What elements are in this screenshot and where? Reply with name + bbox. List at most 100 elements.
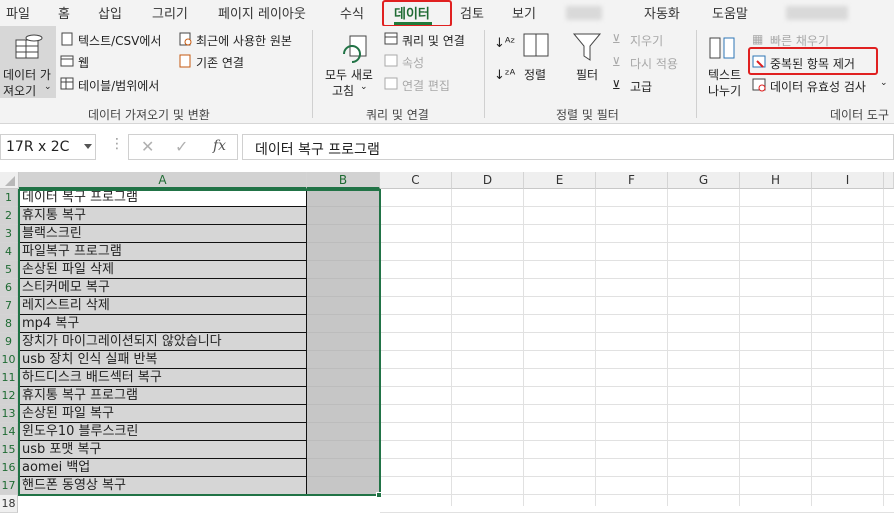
row-header[interactable]: 1 xyxy=(0,189,18,207)
cell-a[interactable]: aomei 백업 xyxy=(19,459,307,477)
cell-b[interactable] xyxy=(307,315,380,333)
cell-b[interactable] xyxy=(307,189,380,207)
cell-b[interactable] xyxy=(307,279,380,297)
name-box-dropdown-icon[interactable] xyxy=(84,144,92,149)
properties-button[interactable]: 속성 xyxy=(402,54,424,71)
tab-draw[interactable]: 그리기 xyxy=(152,3,188,22)
get-data-button[interactable]: 데이터 가 져오기 ⌄ xyxy=(0,26,56,98)
reapply-button[interactable]: 다시 적용 xyxy=(630,55,678,72)
data-validation-button[interactable]: 데이터 유효성 검사 xyxy=(770,78,866,95)
tab-view[interactable]: 보기 xyxy=(512,3,536,22)
advanced-filter-button[interactable]: 고급 xyxy=(630,78,652,95)
cell-a[interactable]: usb 포맷 복구 xyxy=(19,441,307,459)
column-header-c[interactable]: C xyxy=(380,172,452,189)
cell-b[interactable] xyxy=(307,441,380,459)
row-header[interactable]: 7 xyxy=(0,297,18,315)
row-header[interactable]: 16 xyxy=(0,459,18,477)
row-header[interactable]: 6 xyxy=(0,279,18,297)
cell-b[interactable] xyxy=(307,387,380,405)
tab-insert[interactable]: 삽입 xyxy=(98,3,122,22)
cell-b[interactable] xyxy=(307,207,380,225)
sort-ascending-icon[interactable]: ↓ᴬᶻ xyxy=(494,36,515,51)
queries-connections-button[interactable]: 쿼리 및 연결 xyxy=(402,32,465,49)
row-header[interactable]: 9 xyxy=(0,333,18,351)
fill-handle[interactable] xyxy=(376,492,382,498)
cell-a[interactable]: 데이터 복구 프로그램 xyxy=(19,189,307,207)
web-button[interactable]: 웹 xyxy=(78,54,89,71)
cell-b[interactable] xyxy=(307,405,380,423)
cell-a[interactable]: 휴지통 복구 프로그램 xyxy=(19,387,307,405)
formula-input[interactable]: 데이터 복구 프로그램 xyxy=(242,134,894,160)
cell-a[interactable]: 윈도우10 블루스크린 xyxy=(19,423,307,441)
cell-b[interactable] xyxy=(307,477,380,495)
filter-button[interactable]: 필터 xyxy=(576,66,598,83)
tab-help[interactable]: 도움말 xyxy=(712,3,748,22)
row-header[interactable]: 12 xyxy=(0,387,18,405)
clear-filter-button[interactable]: 지우기 xyxy=(630,32,663,49)
row-header[interactable]: 13 xyxy=(0,405,18,423)
tab-formulas[interactable]: 수식 xyxy=(340,3,364,22)
sort-descending-icon[interactable]: ↓ᶻᴬ xyxy=(494,68,515,83)
column-header-d[interactable]: D xyxy=(452,172,524,189)
cell-a[interactable]: 블랙스크린 xyxy=(19,225,307,243)
row-header[interactable]: 17 xyxy=(0,477,18,495)
name-box[interactable]: 17R x 2C xyxy=(0,134,96,160)
cell-b[interactable] xyxy=(307,261,380,279)
table-range-button[interactable]: 테이블/범위에서 xyxy=(78,77,159,94)
text-to-columns-label-line2[interactable]: 나누기 xyxy=(708,82,741,99)
cell-b[interactable] xyxy=(307,333,380,351)
cell-a[interactable]: 핸드폰 동영상 복구 xyxy=(19,477,307,495)
cell-a[interactable]: 파일복구 프로그램 xyxy=(19,243,307,261)
column-header-e[interactable]: E xyxy=(524,172,596,189)
cell-b[interactable] xyxy=(307,243,380,261)
recent-sources-button[interactable]: 최근에 사용한 원본 xyxy=(196,32,292,49)
cell-a[interactable]: 스티커메모 복구 xyxy=(19,279,307,297)
confirm-icon[interactable]: ✓ xyxy=(175,137,188,156)
row-header[interactable]: 15 xyxy=(0,441,18,459)
cell-b[interactable] xyxy=(307,459,380,477)
tab-page-layout[interactable]: 페이지 레이아웃 xyxy=(218,3,306,22)
row-header[interactable]: 11 xyxy=(0,369,18,387)
insert-function-icon[interactable]: fx xyxy=(213,138,226,154)
cell-a[interactable]: 레지스트리 삭제 xyxy=(19,297,307,315)
column-header-h[interactable]: H xyxy=(740,172,812,189)
column-header-a[interactable]: A xyxy=(19,172,307,189)
cell-a[interactable]: 손상된 파일 삭제 xyxy=(19,261,307,279)
column-header-i[interactable]: I xyxy=(812,172,884,189)
row-header[interactable]: 2 xyxy=(0,207,18,225)
select-all-corner[interactable] xyxy=(0,172,19,189)
row-header[interactable]: 18 xyxy=(0,495,18,513)
row-header[interactable]: 4 xyxy=(0,243,18,261)
tab-file[interactable]: 파일 xyxy=(6,3,30,22)
cell-a[interactable]: mp4 복구 xyxy=(19,315,307,333)
more-options-icon[interactable]: ⋮ xyxy=(110,136,124,152)
tab-review[interactable]: 검토 xyxy=(460,3,484,22)
edit-links-button[interactable]: 연결 편집 xyxy=(402,77,450,94)
column-header-b[interactable]: B xyxy=(307,172,380,189)
row-header[interactable]: 10 xyxy=(0,351,18,369)
cell-a[interactable]: 손상된 파일 복구 xyxy=(19,405,307,423)
refresh-all-label-line1[interactable]: 모두 새로 xyxy=(325,66,373,83)
existing-connections-button[interactable]: 기존 연결 xyxy=(196,54,244,71)
row-header[interactable]: 3 xyxy=(0,225,18,243)
row-header[interactable]: 14 xyxy=(0,423,18,441)
text-to-columns-label-line1[interactable]: 텍스트 xyxy=(708,66,741,83)
sort-button[interactable]: 정렬 xyxy=(524,66,546,83)
tab-home[interactable]: 홈 xyxy=(58,3,70,22)
row-header[interactable]: 5 xyxy=(0,261,18,279)
cell-b[interactable] xyxy=(307,369,380,387)
cancel-icon[interactable]: ✕ xyxy=(141,137,154,156)
cell-a[interactable]: 하드디스크 배드섹터 복구 xyxy=(19,369,307,387)
cell-b[interactable] xyxy=(307,297,380,315)
cell-b[interactable] xyxy=(307,423,380,441)
column-header-f[interactable]: F xyxy=(596,172,668,189)
row-header[interactable]: 8 xyxy=(0,315,18,333)
cell-a[interactable]: 휴지통 복구 xyxy=(19,207,307,225)
cell-a[interactable]: 장치가 마이그레이션되지 않았습니다 xyxy=(19,333,307,351)
tab-automate[interactable]: 자동화 xyxy=(644,3,680,22)
cell-b[interactable] xyxy=(307,351,380,369)
column-header-g[interactable]: G xyxy=(668,172,740,189)
refresh-all-label-line2[interactable]: 고침 xyxy=(332,82,354,99)
cell-b[interactable] xyxy=(307,225,380,243)
text-csv-button[interactable]: 텍스트/CSV에서 xyxy=(78,32,161,49)
